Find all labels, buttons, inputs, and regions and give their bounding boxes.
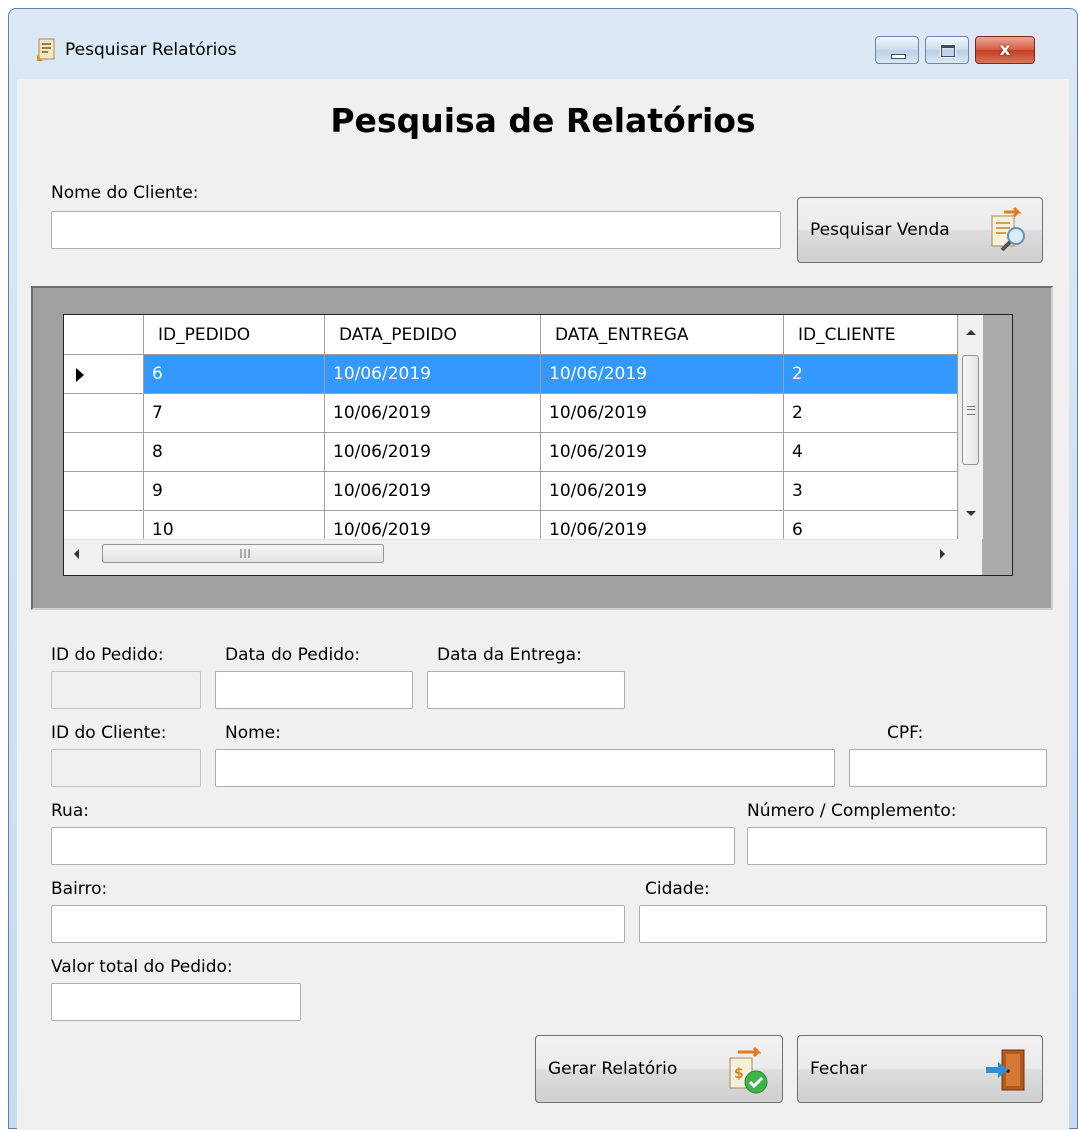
grid-corner-header xyxy=(64,315,144,355)
order-date-label: Data do Pedido: xyxy=(225,645,361,665)
number-complement-label: Número / Complemento: xyxy=(747,801,957,821)
cell-data-pedido[interactable]: 10/06/2019 xyxy=(325,355,541,394)
client-name-label: Nome do Cliente: xyxy=(51,183,199,203)
cell-id-pedido[interactable]: 7 xyxy=(144,394,325,433)
minimize-button[interactable] xyxy=(875,36,919,64)
horizontal-scroll-thumb[interactable] xyxy=(102,544,384,563)
report-money-check-icon: $ xyxy=(729,1046,768,1094)
scrollbar-corner xyxy=(958,539,982,575)
order-id-label: ID do Pedido: xyxy=(51,645,164,665)
cell-id-cliente[interactable]: 3 xyxy=(784,472,958,511)
cell-id-pedido[interactable]: 9 xyxy=(144,472,325,511)
close-form-button-label: Fechar xyxy=(810,1059,867,1079)
table-row[interactable]: 10 10/06/2019 10/06/2019 6 xyxy=(64,511,958,539)
scroll-down-icon[interactable] xyxy=(966,511,976,516)
cell-data-pedido[interactable]: 10/06/2019 xyxy=(325,511,541,539)
order-date-field[interactable] xyxy=(215,671,413,709)
delivery-date-field[interactable] xyxy=(427,671,625,709)
row-header[interactable] xyxy=(64,355,144,394)
cell-data-pedido[interactable]: 10/06/2019 xyxy=(325,433,541,472)
grid-header: ID_PEDIDO DATA_PEDIDO DATA_ENTREGA ID_CL… xyxy=(64,315,958,355)
cell-id-cliente[interactable]: 2 xyxy=(784,394,958,433)
svg-text:$: $ xyxy=(734,1066,744,1082)
close-form-button[interactable]: Fechar xyxy=(797,1035,1043,1103)
vertical-scrollbar[interactable] xyxy=(958,315,983,539)
cell-data-entrega[interactable]: 10/06/2019 xyxy=(541,511,784,539)
grip-icon xyxy=(967,406,975,415)
city-label: Cidade: xyxy=(645,879,710,899)
number-complement-field[interactable] xyxy=(747,827,1047,865)
cell-data-pedido[interactable]: 10/06/2019 xyxy=(325,472,541,511)
cell-data-entrega[interactable]: 10/06/2019 xyxy=(541,472,784,511)
window-title: Pesquisar Relatórios xyxy=(65,40,237,60)
city-field[interactable] xyxy=(639,905,1047,943)
cell-data-pedido[interactable]: 10/06/2019 xyxy=(325,394,541,433)
search-sale-button-label: Pesquisar Venda xyxy=(810,220,950,240)
client-name-input[interactable] xyxy=(51,211,781,249)
row-header[interactable] xyxy=(64,394,144,433)
form-client-area: Pesquisa de Relatórios Nome do Cliente: … xyxy=(17,79,1069,1130)
row-header[interactable] xyxy=(64,472,144,511)
row-header[interactable] xyxy=(64,511,144,539)
cpf-label: CPF: xyxy=(887,723,924,743)
scroll-right-icon[interactable] xyxy=(940,549,945,559)
street-label: Rua: xyxy=(51,801,89,821)
cell-data-entrega[interactable]: 10/06/2019 xyxy=(541,394,784,433)
column-header-data-pedido[interactable]: DATA_PEDIDO xyxy=(325,315,541,355)
close-icon: x xyxy=(999,40,1011,60)
row-header[interactable] xyxy=(64,433,144,472)
page-title: Pesquisa de Relatórios xyxy=(330,101,756,140)
horizontal-scrollbar[interactable] xyxy=(64,539,958,575)
table-row[interactable]: 7 10/06/2019 10/06/2019 2 xyxy=(64,394,958,433)
cpf-field[interactable] xyxy=(849,749,1047,787)
report-app-icon xyxy=(37,38,55,61)
name-field[interactable] xyxy=(215,749,835,787)
table-row[interactable]: 8 10/06/2019 10/06/2019 4 xyxy=(64,433,958,472)
orders-data-grid[interactable]: ID_PEDIDO DATA_PEDIDO DATA_ENTREGA ID_CL… xyxy=(63,314,1013,576)
client-id-label: ID do Cliente: xyxy=(51,723,167,743)
cell-id-cliente[interactable]: 6 xyxy=(784,511,958,539)
exit-door-icon xyxy=(986,1049,1025,1091)
current-row-pointer-icon xyxy=(76,368,84,382)
district-label: Bairro: xyxy=(51,879,108,899)
order-id-field[interactable] xyxy=(51,671,201,709)
table-row[interactable]: 6 10/06/2019 10/06/2019 2 xyxy=(64,355,958,394)
cell-id-pedido[interactable]: 10 xyxy=(144,511,325,539)
street-field[interactable] xyxy=(51,827,735,865)
generate-report-button[interactable]: Gerar Relatório $ xyxy=(535,1035,783,1103)
app-window: Pesquisar Relatórios x Pesquisa de Relat… xyxy=(8,8,1078,1130)
grid-panel: ID_PEDIDO DATA_PEDIDO DATA_ENTREGA ID_CL… xyxy=(31,286,1053,610)
table-row[interactable]: 9 10/06/2019 10/06/2019 3 xyxy=(64,472,958,511)
search-sale-button[interactable]: Pesquisar Venda xyxy=(797,197,1043,263)
scroll-up-icon[interactable] xyxy=(966,330,976,335)
generate-report-button-label: Gerar Relatório xyxy=(548,1059,678,1079)
name-label: Nome: xyxy=(225,723,281,743)
maximize-button[interactable] xyxy=(925,36,969,64)
district-field[interactable] xyxy=(51,905,625,943)
close-window-button[interactable]: x xyxy=(975,36,1035,64)
grip-icon xyxy=(240,549,250,558)
cell-id-cliente[interactable]: 2 xyxy=(784,355,958,394)
column-header-id-pedido[interactable]: ID_PEDIDO xyxy=(144,315,325,355)
cell-id-cliente[interactable]: 4 xyxy=(784,433,958,472)
total-value-label: Valor total do Pedido: xyxy=(51,957,233,977)
cell-data-entrega[interactable]: 10/06/2019 xyxy=(541,355,784,394)
grid-rows: 6 10/06/2019 10/06/2019 2 7 10/06/2019 1… xyxy=(64,355,958,539)
scroll-left-icon[interactable] xyxy=(74,549,79,559)
search-document-icon xyxy=(991,206,1025,252)
delivery-date-label: Data da Entrega: xyxy=(437,645,582,665)
cell-id-pedido[interactable]: 6 xyxy=(144,355,325,394)
column-header-id-cliente[interactable]: ID_CLIENTE xyxy=(784,315,958,355)
client-id-field[interactable] xyxy=(51,749,201,787)
cell-id-pedido[interactable]: 8 xyxy=(144,433,325,472)
column-header-data-entrega[interactable]: DATA_ENTREGA xyxy=(541,315,784,355)
cell-data-entrega[interactable]: 10/06/2019 xyxy=(541,433,784,472)
total-value-field[interactable] xyxy=(51,983,301,1021)
vertical-scroll-thumb[interactable] xyxy=(962,355,979,465)
title-bar[interactable]: Pesquisar Relatórios x xyxy=(9,9,1077,79)
